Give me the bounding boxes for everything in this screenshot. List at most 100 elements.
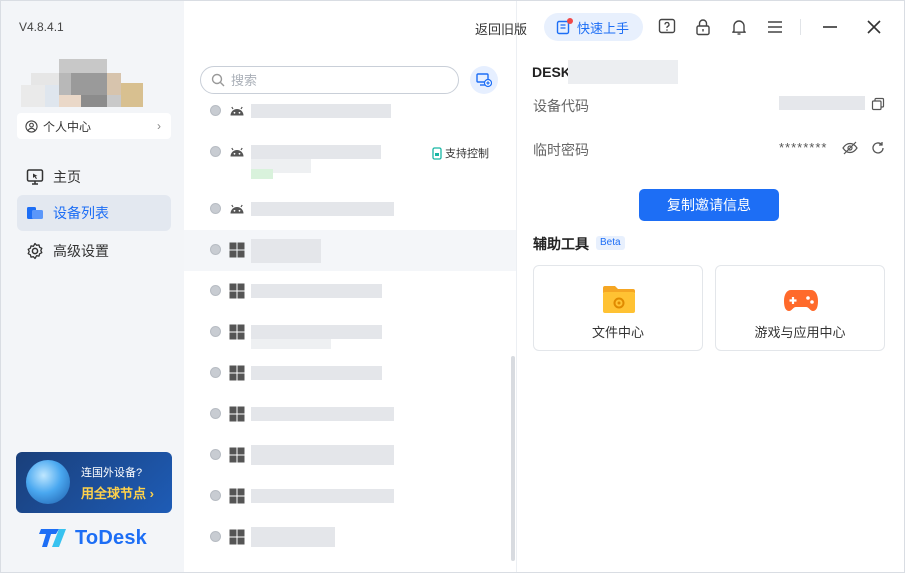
version-label: V4.8.4.1 (19, 20, 64, 34)
sidebar-item-label: 主页 (53, 169, 81, 185)
windows-icon (228, 446, 246, 464)
offline-status-dot (210, 367, 221, 378)
promo-line2: 用全球节点 › (81, 486, 154, 501)
device-code-label: 设备代码 (533, 98, 589, 114)
file-center-label: 文件中心 (591, 325, 644, 340)
copy-icon[interactable] (870, 96, 886, 112)
device-name-redacted (251, 239, 321, 263)
temp-password-value: ******** (779, 140, 828, 155)
device-list-scrollbar[interactable] (511, 356, 515, 561)
device-name-redacted (251, 104, 391, 118)
todesk-logo-icon (39, 529, 66, 547)
device-row[interactable] (184, 353, 516, 394)
device-row[interactable] (184, 271, 516, 312)
support-control-badge: 支持控制 (432, 145, 489, 161)
search-icon (211, 73, 225, 87)
device-name-redacted (251, 527, 335, 547)
control-icon (432, 146, 442, 160)
refresh-icon[interactable] (870, 140, 886, 156)
lock-icon[interactable] (693, 17, 713, 37)
beta-badge: Beta (596, 236, 625, 250)
minimize-icon[interactable] (820, 17, 840, 37)
offline-status-dot (210, 285, 221, 296)
promo-line1: 连国外设备? (81, 467, 143, 479)
gear-icon (25, 241, 45, 261)
quick-start-button[interactable]: 快速上手 (544, 13, 643, 41)
app-window: V4.8.4.1 个人中心 › 主页 设备列表 高级设置 连国外设备? 用全球节… (0, 0, 905, 573)
device-note-redacted (251, 339, 331, 349)
sidebar-item-advanced-settings[interactable]: 高级设置 (17, 233, 171, 269)
sidebar: V4.8.4.1 个人中心 › 主页 设备列表 高级设置 连国外设备? 用全球节… (1, 1, 184, 572)
offline-status-dot (210, 146, 221, 157)
device-row[interactable] (184, 517, 516, 558)
android-icon (228, 102, 246, 120)
games-apps-center-label: 游戏与应用中心 (754, 325, 846, 340)
device-row[interactable] (184, 435, 516, 476)
offline-status-dot (210, 408, 221, 419)
windows-icon (228, 364, 246, 382)
android-icon (228, 143, 246, 161)
sidebar-item-home[interactable]: 主页 (17, 159, 171, 195)
add-device-icon (476, 73, 492, 88)
device-row[interactable] (184, 312, 516, 353)
windows-icon (228, 405, 246, 423)
offline-status-dot (210, 105, 221, 116)
help-icon[interactable] (657, 17, 677, 37)
eye-off-icon[interactable] (842, 140, 858, 156)
notification-dot (567, 18, 573, 24)
device-name-redacted (251, 407, 394, 421)
sidebar-item-devices[interactable]: 设备列表 (17, 195, 171, 231)
copy-invite-button[interactable]: 复制邀请信息 (639, 189, 779, 221)
offline-status-dot (210, 449, 221, 460)
device-code-redacted (779, 96, 865, 110)
offline-status-dot (210, 531, 221, 542)
globe-icon (26, 460, 70, 504)
devices-icon (25, 203, 45, 223)
file-center-card[interactable]: 文件中心 (533, 265, 703, 351)
back-to-old-version-link[interactable]: 返回旧版 (475, 19, 527, 38)
offline-status-dot (210, 490, 221, 501)
device-name-redacted (251, 445, 394, 465)
logo-text: ToDesk (75, 526, 147, 549)
device-tag-redacted (251, 169, 273, 179)
device-name: DESK (532, 64, 571, 80)
menu-icon[interactable] (765, 17, 785, 37)
tools-title: 辅助工具 (533, 236, 589, 252)
close-icon[interactable] (864, 17, 884, 37)
windows-icon (228, 282, 246, 300)
windows-icon (228, 487, 246, 505)
offline-status-dot (210, 244, 221, 255)
add-device-button[interactable] (470, 66, 498, 94)
device-name-redacted (251, 366, 382, 380)
todesk-logo: ToDesk (39, 526, 147, 550)
games-apps-center-card[interactable]: 游戏与应用中心 (715, 265, 885, 351)
search-input[interactable] (231, 72, 431, 88)
device-list-panel: 支持控制 (184, 1, 517, 572)
device-row[interactable] (184, 230, 516, 271)
monitor-icon (25, 167, 45, 187)
sidebar-item-label: 设备列表 (53, 205, 109, 221)
bell-icon[interactable] (729, 17, 749, 37)
windows-icon (228, 528, 246, 546)
search-box[interactable] (200, 66, 459, 94)
android-icon (228, 200, 246, 218)
windows-icon (228, 323, 246, 341)
device-name-redacted (568, 60, 678, 84)
offline-status-dot (210, 326, 221, 337)
device-row[interactable]: 支持控制 (184, 132, 516, 188)
device-row[interactable] (184, 476, 516, 517)
toolbar-divider (800, 19, 801, 35)
device-row[interactable] (184, 394, 516, 435)
folder-icon (600, 282, 638, 316)
user-icon (25, 119, 38, 133)
device-row[interactable] (184, 91, 516, 132)
device-name-redacted (251, 145, 381, 159)
gamepad-icon (782, 282, 820, 316)
global-nodes-banner[interactable]: 连国外设备? 用全球节点 › (16, 452, 172, 513)
quick-start-label: 快速上手 (577, 20, 630, 36)
windows-icon (228, 241, 246, 259)
device-row[interactable] (184, 189, 516, 230)
profile-center-button[interactable]: 个人中心 › (17, 113, 171, 139)
avatar[interactable] (21, 59, 143, 109)
device-name-redacted (251, 284, 382, 298)
